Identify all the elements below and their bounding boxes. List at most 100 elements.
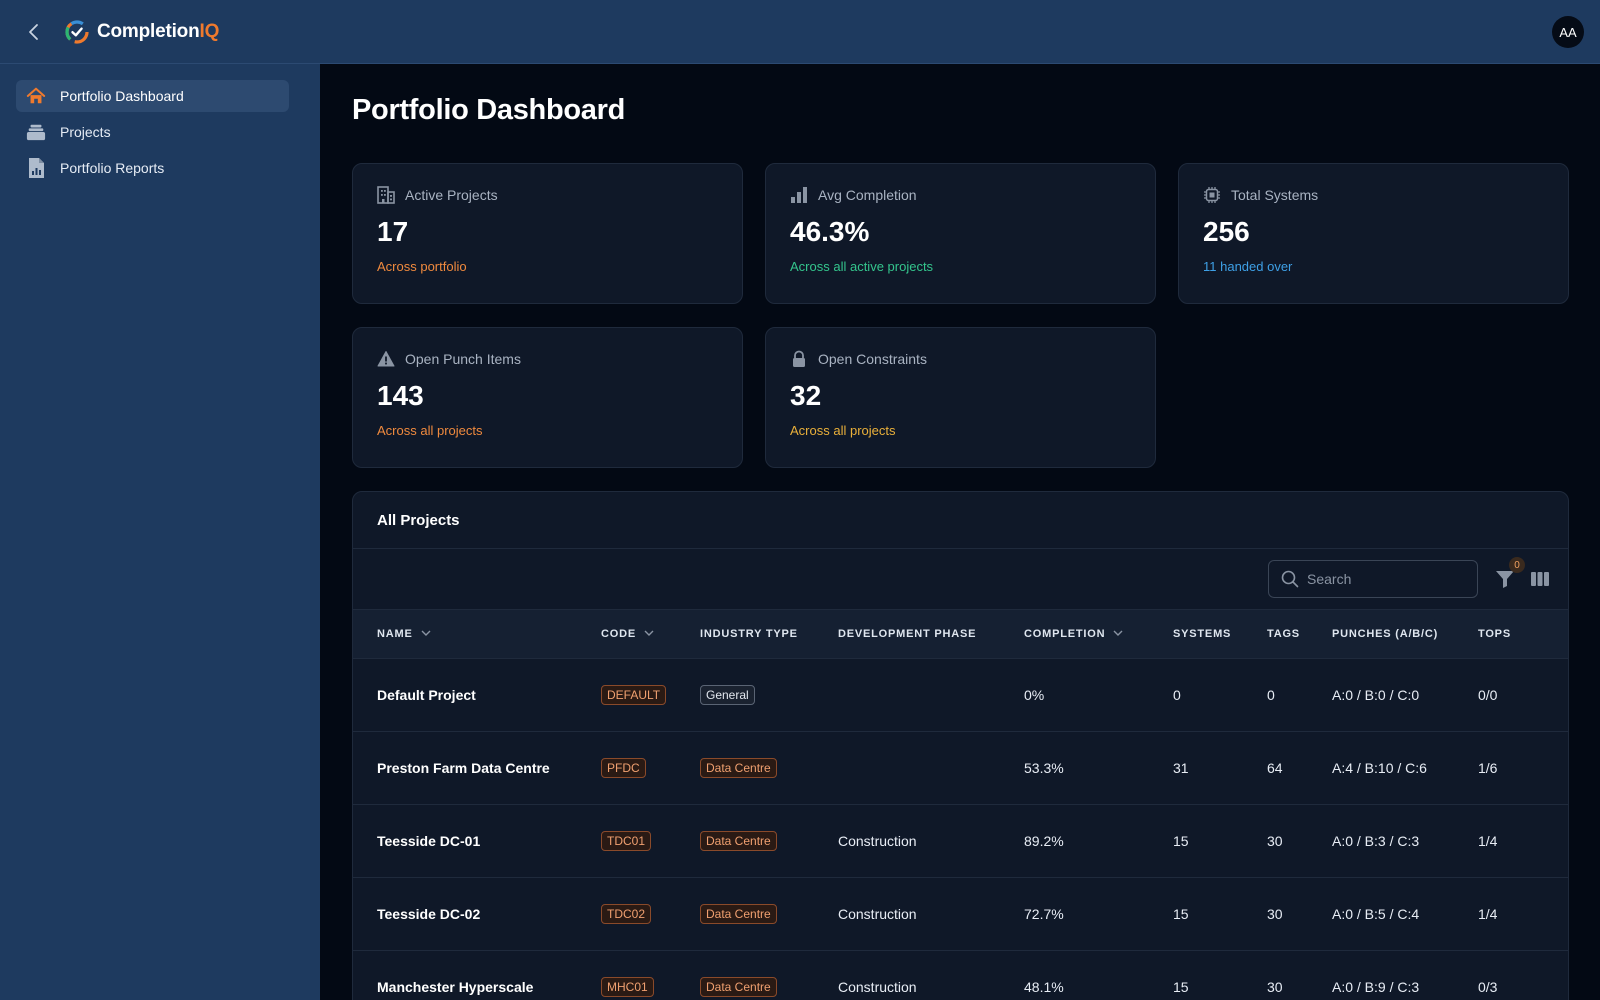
sidebar-item-projects[interactable]: Projects (16, 116, 289, 148)
column-header-development-phase: DEVELOPMENT PHASE (814, 610, 1000, 659)
columns-icon[interactable] (1530, 569, 1550, 589)
systems-count: 15 (1173, 832, 1189, 849)
project-code-badge: MHC01 (601, 976, 654, 997)
search-input[interactable] (1307, 571, 1457, 587)
search-icon (1281, 570, 1299, 588)
chevron-down-icon (1113, 630, 1123, 637)
tops-value: 1/6 (1478, 759, 1498, 776)
chip-icon (1203, 186, 1221, 204)
project-name[interactable]: Manchester Hyperscale (353, 950, 577, 1000)
project-code-badge: TDC02 (601, 903, 652, 924)
sidebar-item-label: Portfolio Reports (60, 160, 165, 176)
stat-label: Open Punch Items (405, 351, 521, 367)
completion-value: 0% (1024, 686, 1045, 703)
sidebar-item-label: Projects (60, 124, 111, 140)
punches-value: A:0 / B:3 / C:3 (1332, 832, 1420, 849)
stat-label: Open Constraints (818, 351, 927, 367)
stat-subtext: 11 handed over (1203, 259, 1293, 274)
industry-badge: General (700, 684, 755, 705)
stat-subtext: Across all active projects (790, 259, 934, 274)
systems-count: 0 (1173, 686, 1181, 703)
table-row[interactable]: Default Project DEFAULT General 0% 0 0 A… (353, 658, 1568, 731)
lock-icon (790, 350, 808, 368)
brand-name: CompletionIQ (97, 20, 220, 42)
sidebar-item-label: Portfolio Dashboard (60, 88, 184, 104)
stat-card-open-constraints: Open Constraints 32 Across all projects (765, 327, 1156, 468)
tags-count: 64 (1267, 759, 1283, 776)
column-header-industry-type: INDUSTRY TYPE (676, 610, 814, 659)
project-code-badge: TDC01 (601, 830, 652, 851)
project-code-badge: PFDC (601, 757, 646, 778)
stat-subtext: Across all projects (377, 423, 483, 438)
tops-value: 1/4 (1478, 905, 1498, 922)
table-row[interactable]: Manchester Hyperscale MHC01 Data Centre … (353, 950, 1568, 1000)
systems-count: 15 (1173, 978, 1189, 995)
stat-label: Avg Completion (818, 187, 917, 203)
systems-count: 31 (1173, 759, 1189, 776)
filter-count-badge: 0 (1509, 557, 1525, 573)
tops-value: 0/3 (1478, 978, 1498, 995)
tags-count: 0 (1267, 686, 1275, 703)
tops-value: 1/4 (1478, 832, 1498, 849)
industry-badge: Data Centre (700, 976, 777, 997)
column-header-completion[interactable]: COMPLETION (1000, 610, 1149, 659)
chevron-down-icon (644, 630, 654, 637)
column-header-code[interactable]: CODE (577, 610, 676, 659)
punches-value: A:0 / B:0 / C:0 (1332, 686, 1420, 703)
chevron-left-icon (29, 23, 38, 40)
stat-subtext: Across portfolio (377, 259, 467, 274)
development-phase (814, 658, 1000, 731)
main-content: Portfolio Dashboard Active Projects 17 A… (320, 64, 1600, 1000)
punches-value: A:0 / B:5 / C:4 (1332, 905, 1420, 922)
warning-icon (377, 350, 395, 368)
column-header-punches: PUNCHES (A/B/C) (1308, 610, 1454, 659)
table-row[interactable]: Teesside DC-02 TDC02 Data Centre Constru… (353, 877, 1568, 950)
industry-badge: Data Centre (700, 757, 777, 778)
stat-card-avg-completion: Avg Completion 46.3% Across all active p… (765, 163, 1156, 304)
stat-label: Total Systems (1231, 187, 1319, 203)
stat-value: 32 (790, 380, 822, 411)
column-header-tags: TAGS (1243, 610, 1308, 659)
stat-card-active-projects: Active Projects 17 Across portfolio (352, 163, 743, 304)
back-button[interactable] (20, 18, 48, 46)
table-row[interactable]: Preston Farm Data Centre PFDC Data Centr… (353, 731, 1568, 804)
bar-chart-icon (790, 186, 808, 204)
top-bar: CompletionIQ AA (0, 0, 1600, 64)
development-phase: Construction (838, 905, 917, 922)
table-row[interactable]: Teesside DC-01 TDC01 Data Centre Constru… (353, 804, 1568, 877)
project-name[interactable]: Teesside DC-02 (353, 877, 577, 950)
search-box[interactable] (1268, 560, 1478, 598)
user-avatar[interactable]: AA (1552, 16, 1584, 48)
app-logo[interactable]: CompletionIQ (64, 19, 219, 45)
report-icon (26, 158, 46, 178)
project-name[interactable]: Preston Farm Data Centre (353, 731, 577, 804)
sidebar-item-portfolio-reports[interactable]: Portfolio Reports (16, 152, 289, 184)
completion-value: 72.7% (1024, 905, 1064, 922)
filter-icon[interactable] (1495, 569, 1515, 589)
column-header-name[interactable]: NAME (353, 610, 577, 659)
project-name[interactable]: Teesside DC-01 (353, 804, 577, 877)
stack-icon (26, 122, 46, 142)
punches-value: A:0 / B:9 / C:3 (1332, 978, 1420, 995)
systems-count: 15 (1173, 905, 1189, 922)
projects-table: NAME CODE INDUSTRY TYPE DEVELOPMENT PHAS… (353, 610, 1568, 1000)
completion-value: 48.1% (1024, 978, 1064, 995)
table-title: All Projects (353, 492, 1568, 549)
stat-card-total-systems: Total Systems 256 11 handed over (1178, 163, 1569, 304)
stat-value: 17 (377, 216, 409, 247)
stat-value: 46.3% (790, 216, 870, 247)
development-phase (814, 731, 1000, 804)
sidebar-item-portfolio-dashboard[interactable]: Portfolio Dashboard (16, 80, 289, 112)
table-header-row: NAME CODE INDUSTRY TYPE DEVELOPMENT PHAS… (353, 610, 1568, 659)
development-phase: Construction (838, 978, 917, 995)
projects-table-panel: All Projects 0 NAME CODE INDUSTRY TYPE D… (352, 491, 1569, 1000)
development-phase: Construction (838, 832, 917, 849)
tops-value: 0/0 (1478, 686, 1498, 703)
project-code-badge: DEFAULT (601, 684, 667, 705)
completion-value: 89.2% (1024, 832, 1064, 849)
stat-value: 256 (1203, 216, 1250, 247)
logo-icon (65, 19, 89, 44)
stat-subtext: Across all projects (790, 423, 896, 438)
project-name[interactable]: Default Project (353, 658, 577, 731)
punches-value: A:4 / B:10 / C:6 (1332, 759, 1427, 776)
